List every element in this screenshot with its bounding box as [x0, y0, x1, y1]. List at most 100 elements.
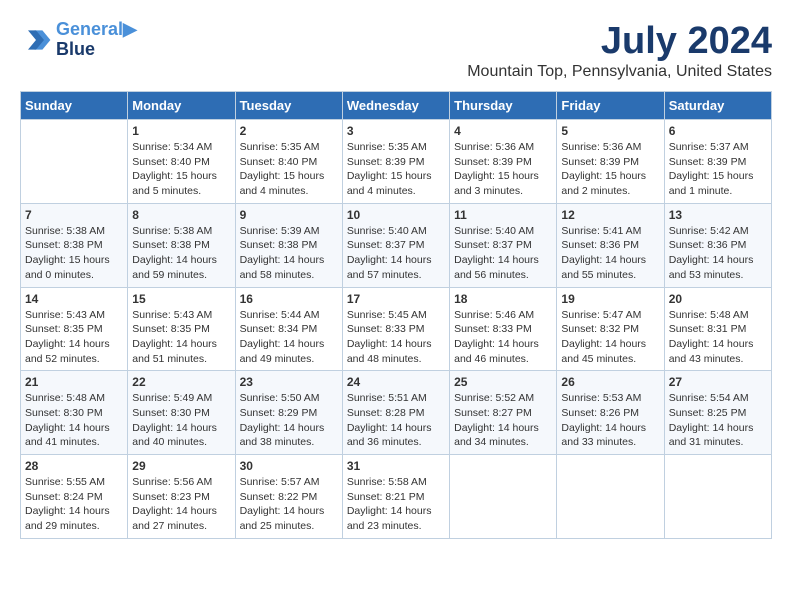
cell-info: Sunrise: 5:48 AMSunset: 8:30 PMDaylight:… [25, 391, 123, 450]
cell-info: Sunrise: 5:48 AMSunset: 8:31 PMDaylight:… [669, 308, 767, 367]
title-area: July 2024 Mountain Top, Pennsylvania, Un… [467, 20, 772, 81]
cell-info: Sunrise: 5:50 AMSunset: 8:29 PMDaylight:… [240, 391, 338, 450]
day-number: 5 [561, 124, 659, 138]
calendar-cell: 28 Sunrise: 5:55 AMSunset: 8:24 PMDayligh… [21, 455, 128, 539]
cell-info: Sunrise: 5:35 AMSunset: 8:39 PMDaylight:… [347, 140, 445, 199]
day-number: 3 [347, 124, 445, 138]
cell-info: Sunrise: 5:54 AMSunset: 8:25 PMDaylight:… [669, 391, 767, 450]
day-number: 9 [240, 208, 338, 222]
day-number: 27 [669, 375, 767, 389]
calendar-cell: 27 Sunrise: 5:54 AMSunset: 8:25 PMDayligh… [664, 371, 771, 455]
day-number: 25 [454, 375, 552, 389]
calendar-cell: 4 Sunrise: 5:36 AMSunset: 8:39 PMDaylight… [450, 120, 557, 204]
calendar-cell: 25 Sunrise: 5:52 AMSunset: 8:27 PMDayligh… [450, 371, 557, 455]
day-number: 24 [347, 375, 445, 389]
cell-info: Sunrise: 5:41 AMSunset: 8:36 PMDaylight:… [561, 224, 659, 283]
day-number: 8 [132, 208, 230, 222]
calendar-cell: 29Sunrise: 5:56 AMSunset: 8:23 PMDayligh… [128, 455, 235, 539]
cell-info: Sunrise: 5:47 AMSunset: 8:32 PMDaylight:… [561, 308, 659, 367]
calendar-cell: 1Sunrise: 5:34 AMSunset: 8:40 PMDaylight… [128, 120, 235, 204]
cell-info: Sunrise: 5:44 AMSunset: 8:34 PMDaylight:… [240, 308, 338, 367]
day-number: 13 [669, 208, 767, 222]
cell-info: Sunrise: 5:40 AMSunset: 8:37 PMDaylight:… [454, 224, 552, 283]
calendar-cell: 21 Sunrise: 5:48 AMSunset: 8:30 PMDayligh… [21, 371, 128, 455]
cell-info: Sunrise: 5:52 AMSunset: 8:27 PMDaylight:… [454, 391, 552, 450]
calendar-cell: 11Sunrise: 5:40 AMSunset: 8:37 PMDayligh… [450, 203, 557, 287]
day-number: 17 [347, 292, 445, 306]
day-number: 28 [25, 459, 123, 473]
cell-info: Sunrise: 5:51 AMSunset: 8:28 PMDaylight:… [347, 391, 445, 450]
day-number: 16 [240, 292, 338, 306]
cell-info: Sunrise: 5:57 AMSunset: 8:22 PMDaylight:… [240, 475, 338, 534]
calendar-week-1: 1Sunrise: 5:34 AMSunset: 8:40 PMDaylight… [21, 120, 772, 204]
day-number: 23 [240, 375, 338, 389]
logo-icon [20, 24, 52, 56]
cell-info: Sunrise: 5:49 AMSunset: 8:30 PMDaylight:… [132, 391, 230, 450]
calendar-cell: 15 Sunrise: 5:43 AMSunset: 8:35 PMDayligh… [128, 287, 235, 371]
subtitle: Mountain Top, Pennsylvania, United State… [467, 63, 772, 81]
cell-info: Sunrise: 5:36 AMSunset: 8:39 PMDaylight:… [561, 140, 659, 199]
calendar-header-row: SundayMondayTuesdayWednesdayThursdayFrid… [21, 92, 772, 120]
day-header-tuesday: Tuesday [235, 92, 342, 120]
day-number: 2 [240, 124, 338, 138]
day-number: 7 [25, 208, 123, 222]
calendar-cell: 22 Sunrise: 5:49 AMSunset: 8:30 PMDayligh… [128, 371, 235, 455]
cell-info: Sunrise: 5:46 AMSunset: 8:33 PMDaylight:… [454, 308, 552, 367]
cell-info: Sunrise: 5:36 AMSunset: 8:39 PMDaylight:… [454, 140, 552, 199]
cell-info: Sunrise: 5:45 AMSunset: 8:33 PMDaylight:… [347, 308, 445, 367]
calendar-cell: 16 Sunrise: 5:44 AMSunset: 8:34 PMDayligh… [235, 287, 342, 371]
calendar-cell: 9 Sunrise: 5:39 AMSunset: 8:38 PMDaylight… [235, 203, 342, 287]
cell-info: Sunrise: 5:39 AMSunset: 8:38 PMDaylight:… [240, 224, 338, 283]
cell-info: Sunrise: 5:35 AMSunset: 8:40 PMDaylight:… [240, 140, 338, 199]
calendar-cell: 8 Sunrise: 5:38 AMSunset: 8:38 PMDaylight… [128, 203, 235, 287]
day-number: 21 [25, 375, 123, 389]
cell-info: Sunrise: 5:43 AMSunset: 8:35 PMDaylight:… [132, 308, 230, 367]
day-number: 15 [132, 292, 230, 306]
calendar-cell: 7Sunrise: 5:38 AMSunset: 8:38 PMDaylight… [21, 203, 128, 287]
day-header-wednesday: Wednesday [342, 92, 449, 120]
cell-info: Sunrise: 5:53 AMSunset: 8:26 PMDaylight:… [561, 391, 659, 450]
day-number: 12 [561, 208, 659, 222]
day-number: 31 [347, 459, 445, 473]
calendar-cell: 5 Sunrise: 5:36 AMSunset: 8:39 PMDaylight… [557, 120, 664, 204]
cell-info: Sunrise: 5:40 AMSunset: 8:37 PMDaylight:… [347, 224, 445, 283]
calendar-table: SundayMondayTuesdayWednesdayThursdayFrid… [20, 91, 772, 539]
calendar-cell: 2 Sunrise: 5:35 AMSunset: 8:40 PMDaylight… [235, 120, 342, 204]
day-header-thursday: Thursday [450, 92, 557, 120]
calendar-cell [21, 120, 128, 204]
cell-info: Sunrise: 5:37 AMSunset: 8:39 PMDaylight:… [669, 140, 767, 199]
main-title: July 2024 [467, 20, 772, 63]
calendar-cell: 31 Sunrise: 5:58 AMSunset: 8:21 PMDayligh… [342, 455, 449, 539]
calendar-cell: 13 Sunrise: 5:42 AMSunset: 8:36 PMDayligh… [664, 203, 771, 287]
cell-info: Sunrise: 5:58 AMSunset: 8:21 PMDaylight:… [347, 475, 445, 534]
day-number: 4 [454, 124, 552, 138]
day-number: 30 [240, 459, 338, 473]
logo: General▶ Blue [20, 20, 137, 60]
day-number: 20 [669, 292, 767, 306]
day-number: 10 [347, 208, 445, 222]
calendar-cell: 6 Sunrise: 5:37 AMSunset: 8:39 PMDaylight… [664, 120, 771, 204]
calendar-cell: 24 Sunrise: 5:51 AMSunset: 8:28 PMDayligh… [342, 371, 449, 455]
calendar-cell [557, 455, 664, 539]
day-number: 22 [132, 375, 230, 389]
calendar-cell: 30 Sunrise: 5:57 AMSunset: 8:22 PMDayligh… [235, 455, 342, 539]
calendar-cell: 17 Sunrise: 5:45 AMSunset: 8:33 PMDayligh… [342, 287, 449, 371]
calendar-week-4: 21 Sunrise: 5:48 AMSunset: 8:30 PMDayligh… [21, 371, 772, 455]
cell-info: Sunrise: 5:55 AMSunset: 8:24 PMDaylight:… [25, 475, 123, 534]
cell-info: Sunrise: 5:34 AMSunset: 8:40 PMDaylight:… [132, 140, 230, 199]
calendar-cell [450, 455, 557, 539]
logo-text: General▶ Blue [56, 20, 137, 60]
day-number: 6 [669, 124, 767, 138]
calendar-week-5: 28 Sunrise: 5:55 AMSunset: 8:24 PMDayligh… [21, 455, 772, 539]
day-header-monday: Monday [128, 92, 235, 120]
cell-info: Sunrise: 5:42 AMSunset: 8:36 PMDaylight:… [669, 224, 767, 283]
day-number: 19 [561, 292, 659, 306]
day-number: 26 [561, 375, 659, 389]
calendar-cell [664, 455, 771, 539]
day-header-saturday: Saturday [664, 92, 771, 120]
calendar-week-3: 14 Sunrise: 5:43 AMSunset: 8:35 PMDayligh… [21, 287, 772, 371]
day-number: 14 [25, 292, 123, 306]
cell-info: Sunrise: 5:38 AMSunset: 8:38 PMDaylight:… [132, 224, 230, 283]
day-header-sunday: Sunday [21, 92, 128, 120]
calendar-cell: 3 Sunrise: 5:35 AMSunset: 8:39 PMDaylight… [342, 120, 449, 204]
